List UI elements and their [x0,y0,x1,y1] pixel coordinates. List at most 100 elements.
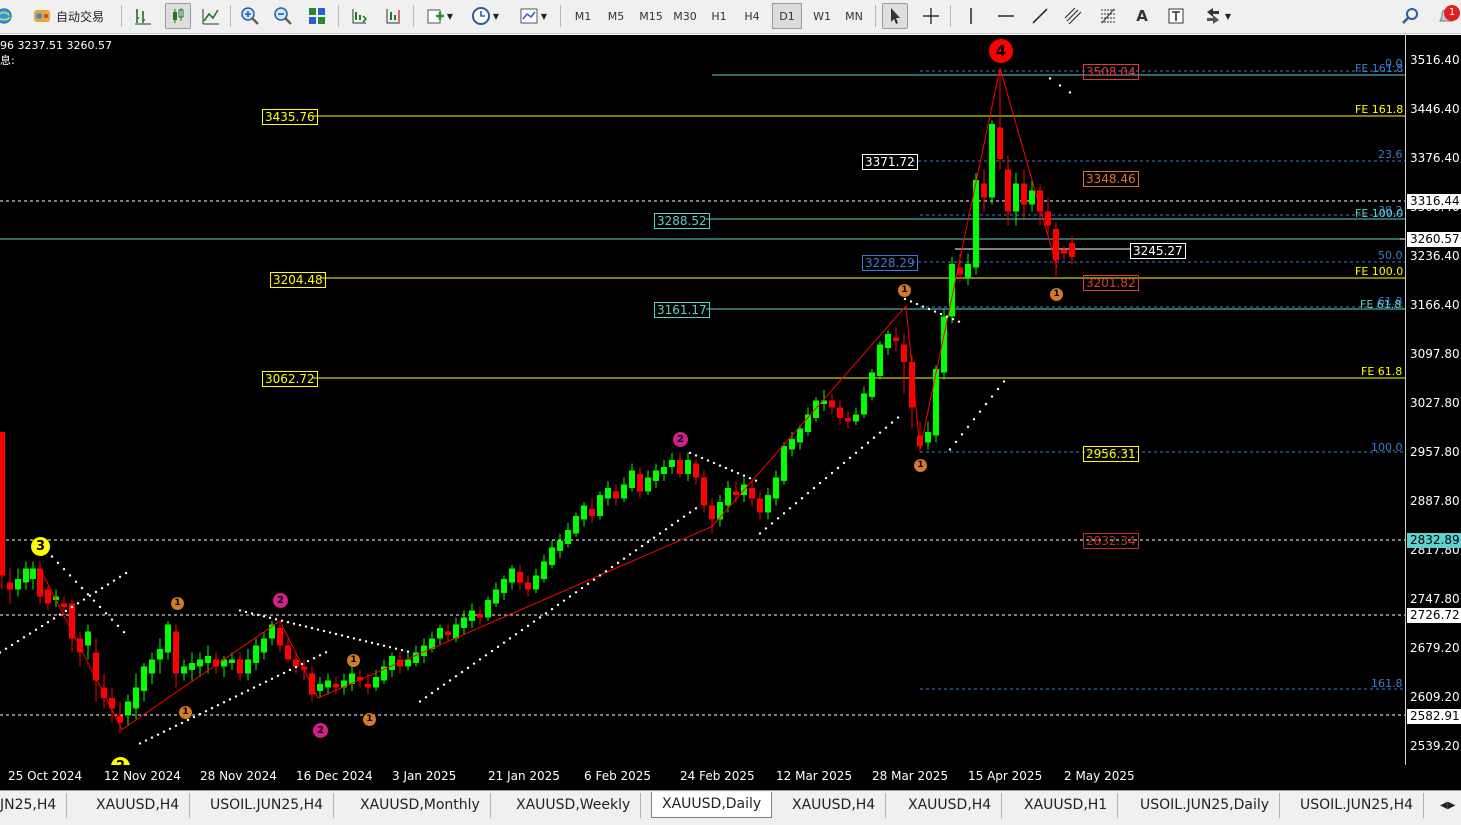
sar-dot [316,628,320,631]
sar-dot [222,701,226,704]
templates-icon[interactable]: ▼ [513,3,553,29]
timeframe-h1[interactable]: H1 [704,3,734,29]
timeframe-m5[interactable]: M5 [601,3,631,29]
zoom-out-icon[interactable] [270,3,296,29]
text-icon[interactable]: A [1129,3,1155,29]
sar-dot [52,617,56,620]
text-label-icon[interactable] [1163,3,1189,29]
sar-dot [878,431,882,434]
time-tick: 16 Dec 2024 [296,769,373,783]
sar-dot [478,658,482,661]
price-scale[interactable]: 3516.40 3446.40 3376.40 3306.40 3236.40 … [1405,35,1461,765]
vertical-line-icon[interactable] [958,3,984,29]
sar-dot [646,540,650,544]
search-icon[interactable] [1397,3,1423,29]
tabs-scroll-right-icon[interactable]: ◀▶ [1436,793,1461,818]
timeframe-w1[interactable]: W1 [807,3,837,29]
candlestick-chart-icon[interactable] [165,3,191,29]
tab-chart[interactable]: XAUUSD,Monthly [350,793,491,818]
crosshair-icon[interactable] [918,3,944,29]
autotrade-button[interactable]: 自动交易 [22,3,114,29]
chart-shift-icon[interactable] [380,3,406,29]
equidistant-channel-icon[interactable] [1060,3,1086,29]
sar-dot [68,574,72,577]
tab-chart[interactable]: USOIL.JUN25,Daily [1130,793,1281,818]
timeframe-h4[interactable]: H4 [737,3,767,29]
candle-body [533,575,539,590]
notification-badge: 1 [1444,5,1460,21]
price-chart[interactable]: 96 3237.51 3260.57 息: 3435.76 3371.72 32… [0,35,1405,765]
sar-dot [150,736,154,739]
sar-dot [556,603,560,607]
sar-dot [758,532,762,535]
periods-clock-icon[interactable]: ▼ [466,3,504,29]
candle-body [389,655,395,670]
candle-body [1029,190,1035,205]
tab-chart[interactable]: XAUUSD,H4 [782,793,887,818]
zoom-in-icon[interactable] [237,3,263,29]
timeframe-m30[interactable]: M30 [670,3,700,29]
sar-dot [794,502,798,505]
sar-dot [298,623,302,627]
sar-dot [682,515,686,518]
tab-chart-active[interactable]: XAUUSD,Daily [651,792,773,818]
candle-body [893,337,899,341]
sar-dot [742,474,746,477]
tab-chart[interactable]: USOIL.JUN25,H4 [1290,793,1425,818]
timeframe-mn[interactable]: MN [839,3,869,29]
sar-dot [915,302,919,306]
level-label-3204: 3204.48 [270,272,326,288]
sar-dot [4,647,8,650]
horizontal-line-icon[interactable] [993,3,1019,29]
sar-dot [824,476,828,480]
arrows-dropdown-icon[interactable]: ▼ [1197,3,1237,29]
tab-chart[interactable]: XAUUSD,H1 [1014,793,1119,818]
sar-dot [848,456,852,460]
sar-dot [282,671,286,675]
candle-body [325,680,331,688]
time-tick: 15 Apr 2025 [968,769,1043,783]
tab-chart[interactable]: JN25,H4 [0,793,68,818]
tile-windows-icon[interactable] [304,3,330,29]
sar-dot [490,649,494,653]
candle-body [541,561,547,579]
candle-body [861,393,867,415]
timeframe-d1[interactable]: D1 [772,3,802,29]
globe-icon[interactable] [0,3,14,29]
cursor-arrow-icon[interactable] [882,3,908,29]
candle-body [685,459,691,474]
timeframe-m15[interactable]: M15 [636,3,666,29]
candle-body [829,400,835,408]
wave-label-1: 1 [1050,288,1063,301]
trendline-icon[interactable] [1027,3,1053,29]
tab-chart[interactable]: XAUUSD,H4 [898,793,1003,818]
autoscroll-icon[interactable] [346,3,372,29]
timeframe-m1[interactable]: M1 [568,3,598,29]
main-toolbar: 自动交易 ▼ ▼ ▼ M1 M5 M15 M30 H1 H4 D1 W1 MN … [0,0,1461,34]
sar-dot [604,570,608,573]
candle-body [501,578,507,593]
price-tick: 3097.80 [1410,347,1460,361]
sar-dot [340,634,344,637]
fibonacci-icon[interactable] [1095,3,1121,29]
sar-dot [328,631,332,634]
tab-chart[interactable]: XAUUSD,H4 [86,793,191,818]
fib-label: 23.6 [1378,148,1403,161]
tab-chart[interactable]: XAUUSD,Weekly [506,793,642,818]
wave-label-1: 1 [171,597,184,610]
line-chart-icon[interactable] [198,3,224,29]
price-tick: 2609.20 [1410,690,1460,704]
indicators-dropdown-icon[interactable]: ▼ [420,3,458,29]
candle-body [445,631,451,635]
sar-dot [168,727,172,730]
tab-chart[interactable]: USOIL.JUN25,H4 [200,793,335,818]
time-tick: 12 Nov 2024 [104,769,181,783]
sar-dot [400,648,404,652]
candle-body [173,631,179,674]
candle-body [877,344,883,376]
candle-body [181,666,187,674]
candle-body [709,505,715,520]
notifications-bell-icon[interactable]: 1 [1432,3,1460,29]
level-label-3288: 3288.52 [654,213,710,229]
bar-chart-icon[interactable] [130,3,156,29]
